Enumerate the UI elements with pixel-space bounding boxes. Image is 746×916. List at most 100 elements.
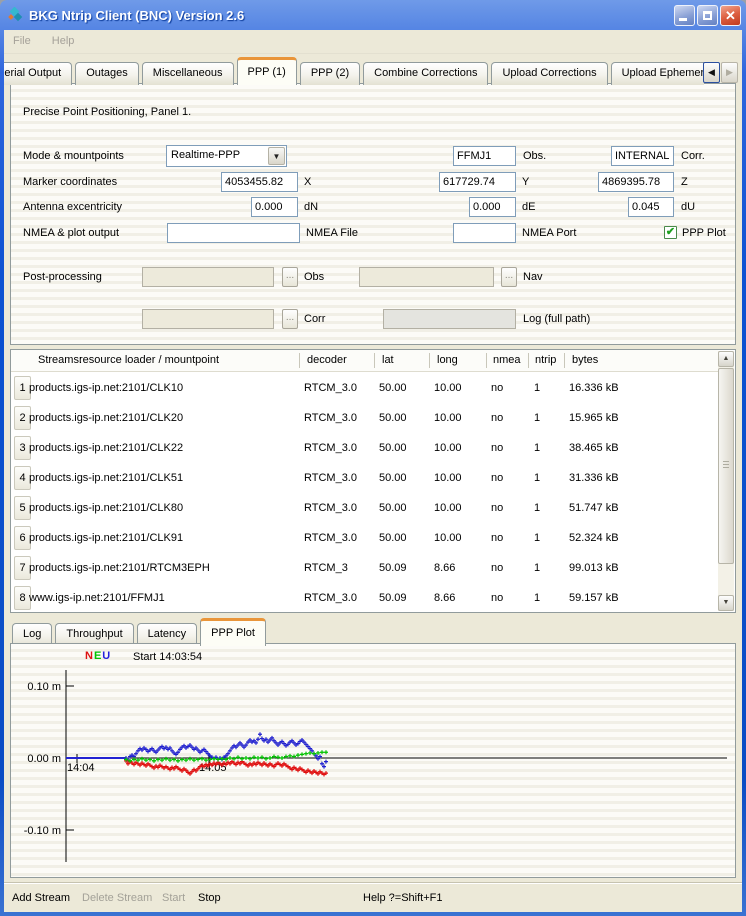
cell-long: 10.00 [434, 433, 462, 463]
status-bar: Add Stream Delete Stream Start Stop Help… [4, 882, 742, 912]
cell-ntrip: 1 [534, 493, 540, 523]
table-row[interactable]: 7products.igs-ip.net:2101/RTCM3EPHRTCM_3… [11, 553, 718, 583]
tab-miscellaneous[interactable]: Miscellaneous [142, 62, 234, 85]
marker-x-field[interactable] [221, 172, 298, 192]
tab-outages[interactable]: Outages [75, 62, 139, 85]
table-row[interactable]: 1products.igs-ip.net:2101/CLK10RTCM_3.05… [11, 373, 718, 403]
cell-nmea: no [491, 523, 503, 553]
table-row[interactable]: 6products.igs-ip.net:2101/CLK91RTCM_3.05… [11, 523, 718, 553]
nmea-port-label: NMEA Port [522, 223, 576, 243]
cell-nmea: no [491, 403, 503, 433]
cell-decoder: RTCM_3.0 [304, 373, 357, 403]
header-mountpoint: resource loader / mountpoint [79, 354, 219, 366]
marker-z-field[interactable] [598, 172, 674, 192]
chevron-down-icon[interactable]: ▼ [268, 147, 285, 165]
title-bar: BKG Ntrip Client (BNC) Version 2.6 ✕ [0, 0, 746, 30]
scroll-up-icon[interactable]: ▲ [718, 351, 734, 367]
table-scrollbar[interactable]: ▲ ▼ [718, 351, 734, 611]
cell-ntrip: 1 [534, 583, 540, 613]
scrollbar-thumb[interactable] [718, 368, 734, 564]
antenna-de-field[interactable] [469, 197, 516, 217]
ppp-plot-checkbox[interactable]: ✔ [664, 226, 677, 239]
post-obs-field[interactable] [142, 267, 274, 287]
cell-mountpoint: products.igs-ip.net:2101/CLK80 [29, 493, 183, 523]
legend-e: E [94, 650, 101, 662]
cell-nmea: no [491, 373, 503, 403]
delete-stream-button[interactable]: Delete Stream [82, 892, 152, 904]
streams-table: Streams: resource loader / mountpoint de… [10, 349, 736, 613]
obs-mountpoint-field[interactable] [453, 146, 516, 166]
cell-bytes: 59.157 kB [569, 583, 619, 613]
tab-ppp-1[interactable]: PPP (1) [237, 57, 297, 85]
post-nav-browse-button[interactable]: ... [501, 267, 517, 287]
nmea-label: NMEA & plot output [23, 223, 119, 243]
post-nav-field[interactable] [359, 267, 494, 287]
svg-text:-0.10 m: -0.10 m [24, 825, 61, 837]
cell-decoder: RTCM_3 [304, 553, 348, 583]
x-label: X [304, 172, 311, 192]
tab-ppp-2[interactable]: PPP (2) [300, 62, 360, 85]
antenna-du-field[interactable] [628, 197, 674, 217]
table-row[interactable]: 5products.igs-ip.net:2101/CLK80RTCM_3.05… [11, 493, 718, 523]
tab-upload-corrections[interactable]: Upload Corrections [491, 62, 607, 85]
antenna-label: Antenna excentricity [23, 197, 122, 217]
header-lat: lat [382, 354, 394, 366]
antenna-dn-field[interactable] [251, 197, 298, 217]
mode-label: Mode & mountpoints [23, 146, 124, 166]
header-ntrip: ntrip [535, 354, 556, 366]
cell-lat: 50.00 [379, 433, 407, 463]
cell-mountpoint: products.igs-ip.net:2101/CLK91 [29, 523, 183, 553]
tab-serial-output[interactable]: Serial Output [4, 62, 72, 85]
table-row[interactable]: 2products.igs-ip.net:2101/CLK20RTCM_3.05… [11, 403, 718, 433]
cell-bytes: 99.013 kB [569, 553, 619, 583]
start-button[interactable]: Start [162, 892, 185, 904]
mode-combobox[interactable]: Realtime-PPP ▼ [166, 145, 287, 167]
minimize-button[interactable] [674, 5, 695, 26]
cell-bytes: 38.465 kB [569, 433, 619, 463]
scroll-down-icon[interactable]: ▼ [718, 595, 734, 611]
cell-ntrip: 1 [534, 433, 540, 463]
marker-y-field[interactable] [439, 172, 516, 192]
stop-button[interactable]: Stop [198, 892, 221, 904]
menu-help[interactable]: Help [43, 30, 84, 47]
post-corr-field[interactable] [142, 309, 274, 329]
tab-upload-ephemeris[interactable]: Upload Ephemeris [611, 62, 704, 85]
post-corr-label: Corr [304, 309, 325, 329]
tab-scroll-right-button[interactable]: ▶ [721, 62, 738, 83]
cell-long: 10.00 [434, 493, 462, 523]
table-row[interactable]: 4products.igs-ip.net:2101/CLK51RTCM_3.05… [11, 463, 718, 493]
cell-bytes: 52.324 kB [569, 523, 619, 553]
add-stream-button[interactable]: Add Stream [12, 892, 70, 904]
cell-lat: 50.00 [379, 523, 407, 553]
cell-lat: 50.00 [379, 403, 407, 433]
corr-label: Corr. [681, 146, 705, 166]
cell-decoder: RTCM_3.0 [304, 493, 357, 523]
app-icon [7, 7, 23, 23]
menu-bar: File Help [4, 30, 742, 54]
cell-decoder: RTCM_3.0 [304, 463, 357, 493]
post-log-label: Log (full path) [523, 309, 590, 329]
cell-mountpoint: products.igs-ip.net:2101/CLK51 [29, 463, 183, 493]
table-row[interactable]: 3products.igs-ip.net:2101/CLK22RTCM_3.05… [11, 433, 718, 463]
cell-bytes: 15.965 kB [569, 403, 619, 433]
post-log-field[interactable] [383, 309, 516, 329]
maximize-button[interactable] [697, 5, 718, 26]
tab-ppp-plot[interactable]: PPP Plot [200, 618, 266, 646]
cell-decoder: RTCM_3.0 [304, 583, 357, 613]
cell-long: 10.00 [434, 523, 462, 553]
table-row[interactable]: 8www.igs-ip.net:2101/FFMJ1RTCM_3.050.098… [11, 583, 718, 613]
tab-combine-corrections[interactable]: Combine Corrections [363, 62, 488, 85]
close-button[interactable]: ✕ [720, 5, 741, 26]
post-obs-browse-button[interactable]: ... [282, 267, 298, 287]
menu-file[interactable]: File [4, 30, 40, 47]
ppp-panel: Precise Point Positioning, Panel 1. Mode… [10, 83, 736, 345]
post-corr-browse-button[interactable]: ... [282, 309, 298, 329]
nmea-port-field[interactable] [453, 223, 516, 243]
tab-scroll-left-button[interactable]: ◀ [703, 62, 720, 83]
nmea-file-field[interactable] [167, 223, 300, 243]
post-nav-label: Nav [523, 267, 543, 287]
cell-long: 8.66 [434, 583, 455, 613]
plot-legend: NEU [85, 650, 111, 662]
cell-long: 10.00 [434, 403, 462, 433]
corr-mountpoint-field[interactable] [611, 146, 674, 166]
